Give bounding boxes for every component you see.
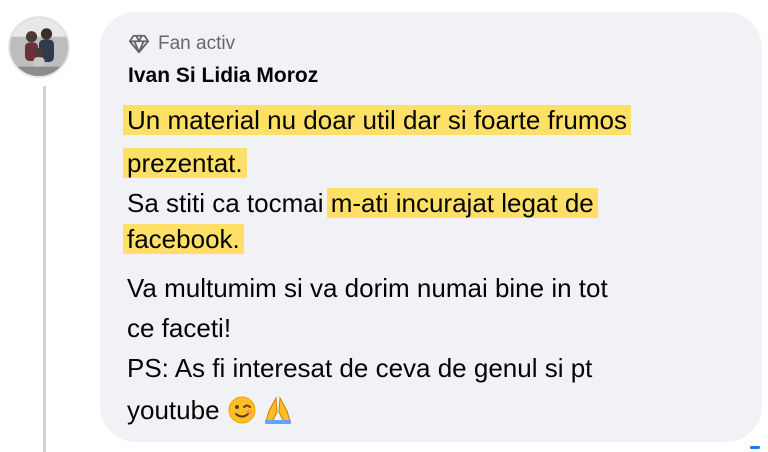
comment-line-6: ce faceti! [127,313,232,343]
avatar-photo-icon [10,18,68,76]
diamond-icon [128,33,150,55]
comment-line-3: Sa stiti ca tocmai m-ati incurajat legat… [127,187,598,219]
comment-line-8: youtube [127,394,293,426]
thread-line [43,86,46,452]
highlighted-text: prezentat. [123,148,247,178]
avatar[interactable] [8,16,70,78]
comment-author[interactable]: Ivan Si Lidia Moroz [128,64,318,88]
highlighted-text: m-ati incurajat legat de [326,188,598,218]
badge-label: Fan activ [158,33,236,54]
winking-face-icon [227,395,257,425]
highlighted-text: facebook. [123,224,244,254]
scroll-indicator [750,446,760,449]
comment-line-4: facebook. [123,223,244,255]
comment-line-5: Va multumim si va dorim numai bine in to… [127,273,608,303]
folded-hands-icon [263,395,293,425]
comment-line-2: prezentat. [123,147,247,179]
highlighted-text: Un material nu doar util dar si foarte f… [123,105,631,135]
comment-line-1: Un material nu doar util dar si foarte f… [123,104,631,136]
fan-badge[interactable]: Fan activ [128,31,235,57]
comment-line-7: PS: As fi interesat de ceva de genul si … [127,353,593,383]
